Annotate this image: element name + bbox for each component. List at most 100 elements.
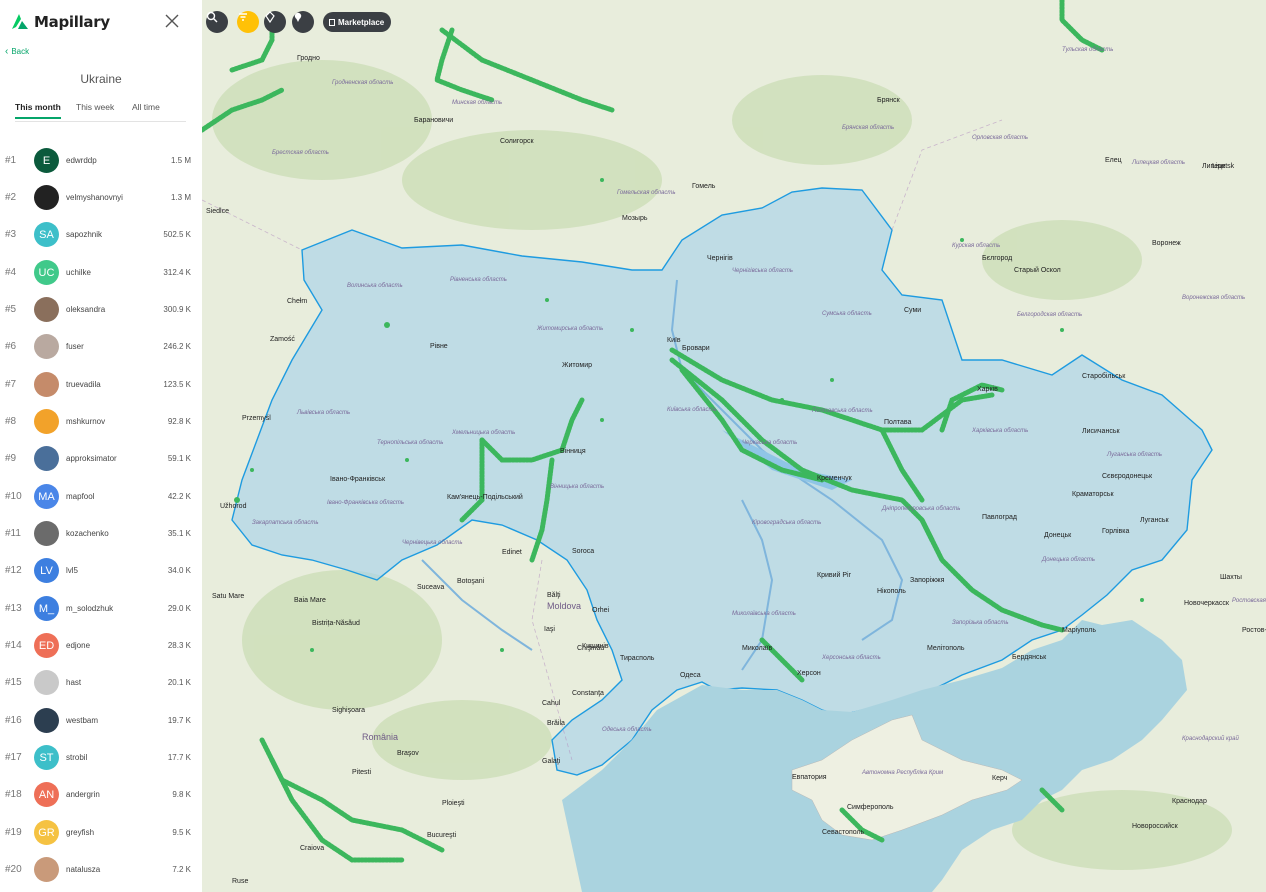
image-count: 9.5 K xyxy=(172,828,191,837)
leaderboard-row[interactable]: #10 MA mapfool 42.2 K xyxy=(0,478,202,515)
username[interactable]: oleksandra xyxy=(66,305,105,314)
tab-this-month[interactable]: This month xyxy=(15,102,61,119)
mapillary-logo[interactable]: Mapillary xyxy=(10,12,110,32)
chevron-left-icon: ‹ xyxy=(5,45,9,57)
leaderboard-row[interactable]: #3 SA sapozhnik 502.5 K xyxy=(0,216,202,253)
oblast-label: Вінницька область xyxy=(550,484,605,490)
username[interactable]: greyfish xyxy=(66,828,94,837)
rank-number: #2 xyxy=(5,192,17,203)
rank-number: #16 xyxy=(5,715,22,726)
leaderboard-row[interactable]: #17 ST strobil 17.7 K xyxy=(0,739,202,776)
username[interactable]: fuser xyxy=(66,342,84,351)
city-label: Херсон xyxy=(797,670,821,677)
oblast-label: Львівська область xyxy=(297,410,351,416)
tab-this-week[interactable]: This week xyxy=(76,102,114,117)
avatar: M_ xyxy=(34,596,59,621)
avatar xyxy=(34,185,59,210)
map-canvas[interactable]: Гродно Брянск Барановичи Солигорск Гомель Моз… xyxy=(202,0,1266,892)
leaderboard-row[interactable]: #16 westbam 19.7 K xyxy=(0,702,202,739)
username[interactable]: hast xyxy=(66,678,81,687)
username[interactable]: edwrddp xyxy=(66,156,97,165)
username[interactable]: approksimator xyxy=(66,454,117,463)
image-count: 34.0 K xyxy=(167,566,191,575)
leaderboard-row[interactable]: #6 fuser 246.2 K xyxy=(0,328,202,365)
marketplace-button[interactable]: Marketplace xyxy=(323,12,392,32)
username[interactable]: m_solodzhuk xyxy=(66,604,113,613)
leaderboard-row[interactable]: #7 truevadila 123.5 K xyxy=(0,366,202,403)
leaderboard-row[interactable]: #8 mshkurnov 92.8 K xyxy=(0,403,202,440)
username[interactable]: andergrin xyxy=(66,790,100,799)
layers-button[interactable] xyxy=(292,11,314,33)
avatar: UC xyxy=(34,260,59,285)
leaderboard-row[interactable]: #12 LV lvl5 34.0 K xyxy=(0,552,202,589)
username[interactable]: strobil xyxy=(66,753,87,762)
leaderboard-row[interactable]: #9 approksimator 59.1 K xyxy=(0,440,202,477)
leaderboard-row[interactable]: #13 M_ m_solodzhuk 29.0 K xyxy=(0,590,202,627)
username[interactable]: truevadila xyxy=(66,380,101,389)
rank-number: #11 xyxy=(5,528,21,539)
avatar: E xyxy=(34,148,59,173)
search-button[interactable] xyxy=(206,11,228,33)
leaderboard-row[interactable]: #15 hast 20.1 K xyxy=(0,664,202,701)
oblast-label: Минская область xyxy=(452,100,503,106)
image-count: 246.2 K xyxy=(163,342,191,351)
avatar: SA xyxy=(34,222,59,247)
city-label: Новороссийск xyxy=(1132,823,1178,830)
oblast-label: Воронежская область xyxy=(1182,295,1246,301)
leaderboard-row[interactable]: #20 natalusza 7.2 K xyxy=(0,851,202,888)
image-count: 20.1 K xyxy=(167,678,191,687)
oblast-label: Тернопільська область xyxy=(377,440,444,446)
username[interactable]: edjone xyxy=(66,641,90,650)
username[interactable]: lvl5 xyxy=(66,566,78,575)
city-label: Елец xyxy=(1105,157,1122,164)
city-label: Полтава xyxy=(884,419,912,426)
back-link[interactable]: ‹ Back xyxy=(5,45,30,57)
city-label: Гродно xyxy=(297,55,320,62)
city-label: Кременчук xyxy=(817,475,852,482)
city-label: Чернігів xyxy=(707,255,733,262)
leaderboard-row[interactable]: #1 Eedwrddp 1.5 M xyxy=(0,142,202,179)
leaderboard-row[interactable]: #2 velmyshanovnyi 1.3 M xyxy=(0,179,202,216)
oblast-label: Ростовская область xyxy=(1232,598,1266,604)
leaderboard-row[interactable]: #4 UC uchilke 312.4 K xyxy=(0,254,202,291)
city-label: Миколаїв xyxy=(742,645,773,652)
oblast-label: Дніпропетровська область xyxy=(882,506,961,512)
rank-number: #17 xyxy=(5,752,22,763)
oblast-label: Рівненська область xyxy=(450,277,507,283)
username[interactable]: natalusza xyxy=(66,865,100,874)
close-icon[interactable] xyxy=(164,13,180,29)
city-label: Craiova xyxy=(300,845,325,852)
rank-number: #9 xyxy=(5,453,17,464)
region-title: Ukraine xyxy=(80,72,122,86)
tab-all-time[interactable]: All time xyxy=(132,102,160,117)
map-features-button[interactable] xyxy=(264,11,286,33)
rank-number: #13 xyxy=(5,603,22,614)
rank-number: #12 xyxy=(5,565,22,576)
city-label: Bistrița-Năsăud xyxy=(312,620,360,627)
username[interactable]: velmyshanovnyi xyxy=(66,193,123,202)
username[interactable]: kozachenko xyxy=(66,529,109,538)
image-count: 59.1 K xyxy=(167,454,191,463)
rank-number: #15 xyxy=(5,677,22,688)
leaderboard-row[interactable]: #14 ED edjone 28.3 K xyxy=(0,627,202,664)
oblast-label: Полтавська область xyxy=(812,408,873,414)
filter-button[interactable] xyxy=(237,11,259,33)
leaderboard-row[interactable]: #19 GR greyfish 9.5 K xyxy=(0,814,202,851)
username[interactable]: mshkurnov xyxy=(66,417,105,426)
username[interactable]: mapfool xyxy=(66,492,94,501)
username[interactable]: westbam xyxy=(66,716,98,725)
leaderboard-row[interactable]: #5 oleksandra 300.9 K xyxy=(0,291,202,328)
image-count: 9.8 K xyxy=(172,790,191,799)
username[interactable]: uchilke xyxy=(66,268,91,277)
image-count: 28.3 K xyxy=(167,641,191,650)
oblast-label: Липецкая область xyxy=(1132,160,1186,166)
leaderboard-row[interactable]: #18 AN andergrin 9.8 K xyxy=(0,776,202,813)
username[interactable]: sapozhnik xyxy=(66,230,102,239)
leaderboard-row[interactable]: #11 kozachenko 35.1 K xyxy=(0,515,202,552)
back-label: Back xyxy=(11,47,30,56)
rank-number: #7 xyxy=(5,379,17,390)
oblast-label: Чернівецька область xyxy=(402,540,463,546)
marketplace-label: Marketplace xyxy=(338,17,385,27)
image-count: 312.4 K xyxy=(163,268,191,277)
city-label: Гомель xyxy=(692,183,716,190)
